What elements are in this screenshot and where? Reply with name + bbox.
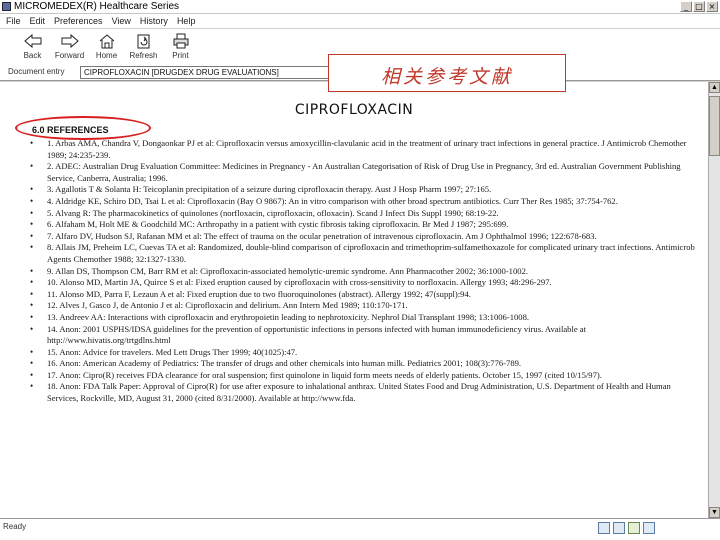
list-item: 17. Anon: Cipro(R) receives FDA clearanc…	[30, 370, 702, 382]
list-item: 2. ADEC: Australian Drug Evaluation Comm…	[30, 161, 702, 184]
document-entry-label: Document entry	[8, 67, 65, 76]
back-arrow-icon	[23, 33, 41, 49]
forward-label: Forward	[54, 51, 85, 60]
list-item: 1. Arbas AMA, Chandra V, Dongaonkar PJ e…	[30, 138, 702, 161]
menu-file[interactable]: File	[2, 14, 26, 28]
home-label: Home	[95, 51, 118, 60]
app-icon	[2, 2, 11, 11]
list-item: 6. Alfaham M, Holt ME & Goodchild MC: Ar…	[30, 219, 702, 231]
document-view: CIPROFLOXACIN 6.0 REFERENCES 1. Arbas AM…	[0, 82, 708, 518]
home-button[interactable]: Home	[88, 29, 125, 63]
annotation-callout: 相关参考文献	[328, 54, 566, 92]
menu-preferences[interactable]: Preferences	[50, 14, 108, 28]
menu-help[interactable]: Help	[173, 14, 201, 28]
maximize-button[interactable]: □	[693, 1, 705, 12]
window-controls: _ □ ×	[680, 1, 718, 12]
vertical-scrollbar[interactable]: ▲ ▼	[708, 82, 720, 518]
list-item: 8. Allais JM, Preheim LC, Cuevas TA et a…	[30, 242, 702, 265]
list-item: 5. Alvang R: The pharmacokinetics of qui…	[30, 208, 702, 220]
status-document-icon	[598, 522, 610, 534]
home-icon	[99, 34, 114, 49]
refresh-button[interactable]: Refresh	[125, 29, 162, 63]
status-icons	[598, 522, 655, 534]
menu-history[interactable]: History	[136, 14, 173, 28]
list-item: 11. Alonso MD, Parra F, Lezaun A et al: …	[30, 289, 702, 301]
list-item: 12. Alves J, Gasco J, de Antonio J et al…	[30, 300, 702, 312]
status-bar: Ready	[0, 518, 720, 540]
scroll-thumb[interactable]	[709, 96, 720, 156]
print-label: Print	[172, 51, 189, 60]
refresh-icon	[137, 34, 149, 49]
status-network-icon	[613, 522, 625, 534]
list-item: 16. Anon: American Academy of Pediatrics…	[30, 358, 702, 370]
list-item: 3. Agallotis T & Solanta H: Teicoplanin …	[30, 184, 702, 196]
close-button[interactable]: ×	[706, 1, 718, 12]
refresh-label: Refresh	[129, 51, 158, 60]
highlight-oval	[15, 116, 151, 140]
back-label: Back	[23, 51, 42, 60]
list-item: 9. Allan DS, Thompson CM, Barr RM et al:…	[30, 266, 702, 278]
title-bar: MICROMEDEX(R) Healthcare Series _ □ ×	[0, 0, 720, 14]
list-item: 13. Andreev AA: Interactions with ciprof…	[30, 312, 702, 324]
menu-bar: File Edit Preferences View History Help	[0, 14, 720, 28]
scroll-down-icon[interactable]: ▼	[709, 507, 720, 518]
forward-arrow-icon	[61, 33, 79, 49]
annotation-text: 相关参考文献	[380, 66, 513, 88]
back-button[interactable]: Back	[14, 29, 51, 63]
document-entry-select[interactable]: CIPROFLOXACIN [DRUGDEX DRUG EVALUATIONS]	[80, 66, 338, 79]
list-item: 15. Anon: Advice for travelers. Med Lett…	[30, 347, 702, 359]
reference-list: 1. Arbas AMA, Chandra V, Dongaonkar PJ e…	[30, 138, 702, 405]
list-item: 14. Anon: 2001 USPHS/IDSA guidelines for…	[30, 324, 702, 347]
list-item: 10. Alonso MD, Martin JA, Quirce S et al…	[30, 277, 702, 289]
list-item: 7. Alfaro DV, Hudson SJ, Rafanan MM et a…	[30, 231, 702, 243]
list-item: 4. Aldridge KE, Schiro DD, Tsai L et al:…	[30, 196, 702, 208]
forward-button[interactable]: Forward	[51, 29, 88, 63]
status-text: Ready	[3, 522, 27, 531]
list-item: 18. Anon: FDA Talk Paper: Approval of Ci…	[30, 381, 702, 404]
menu-view[interactable]: View	[108, 14, 136, 28]
page-title: CIPROFLOXACIN	[294, 102, 414, 118]
scroll-up-icon[interactable]: ▲	[709, 82, 720, 93]
status-security-icon	[628, 522, 640, 534]
window-title: MICROMEDEX(R) Healthcare Series	[14, 1, 180, 12]
printer-icon	[173, 33, 188, 49]
print-button[interactable]: Print	[162, 29, 199, 63]
status-zone-icon	[643, 522, 655, 534]
minimize-button[interactable]: _	[680, 1, 692, 12]
menu-edit[interactable]: Edit	[26, 14, 51, 28]
app-window: MICROMEDEX(R) Healthcare Series _ □ × Fi…	[0, 0, 720, 540]
